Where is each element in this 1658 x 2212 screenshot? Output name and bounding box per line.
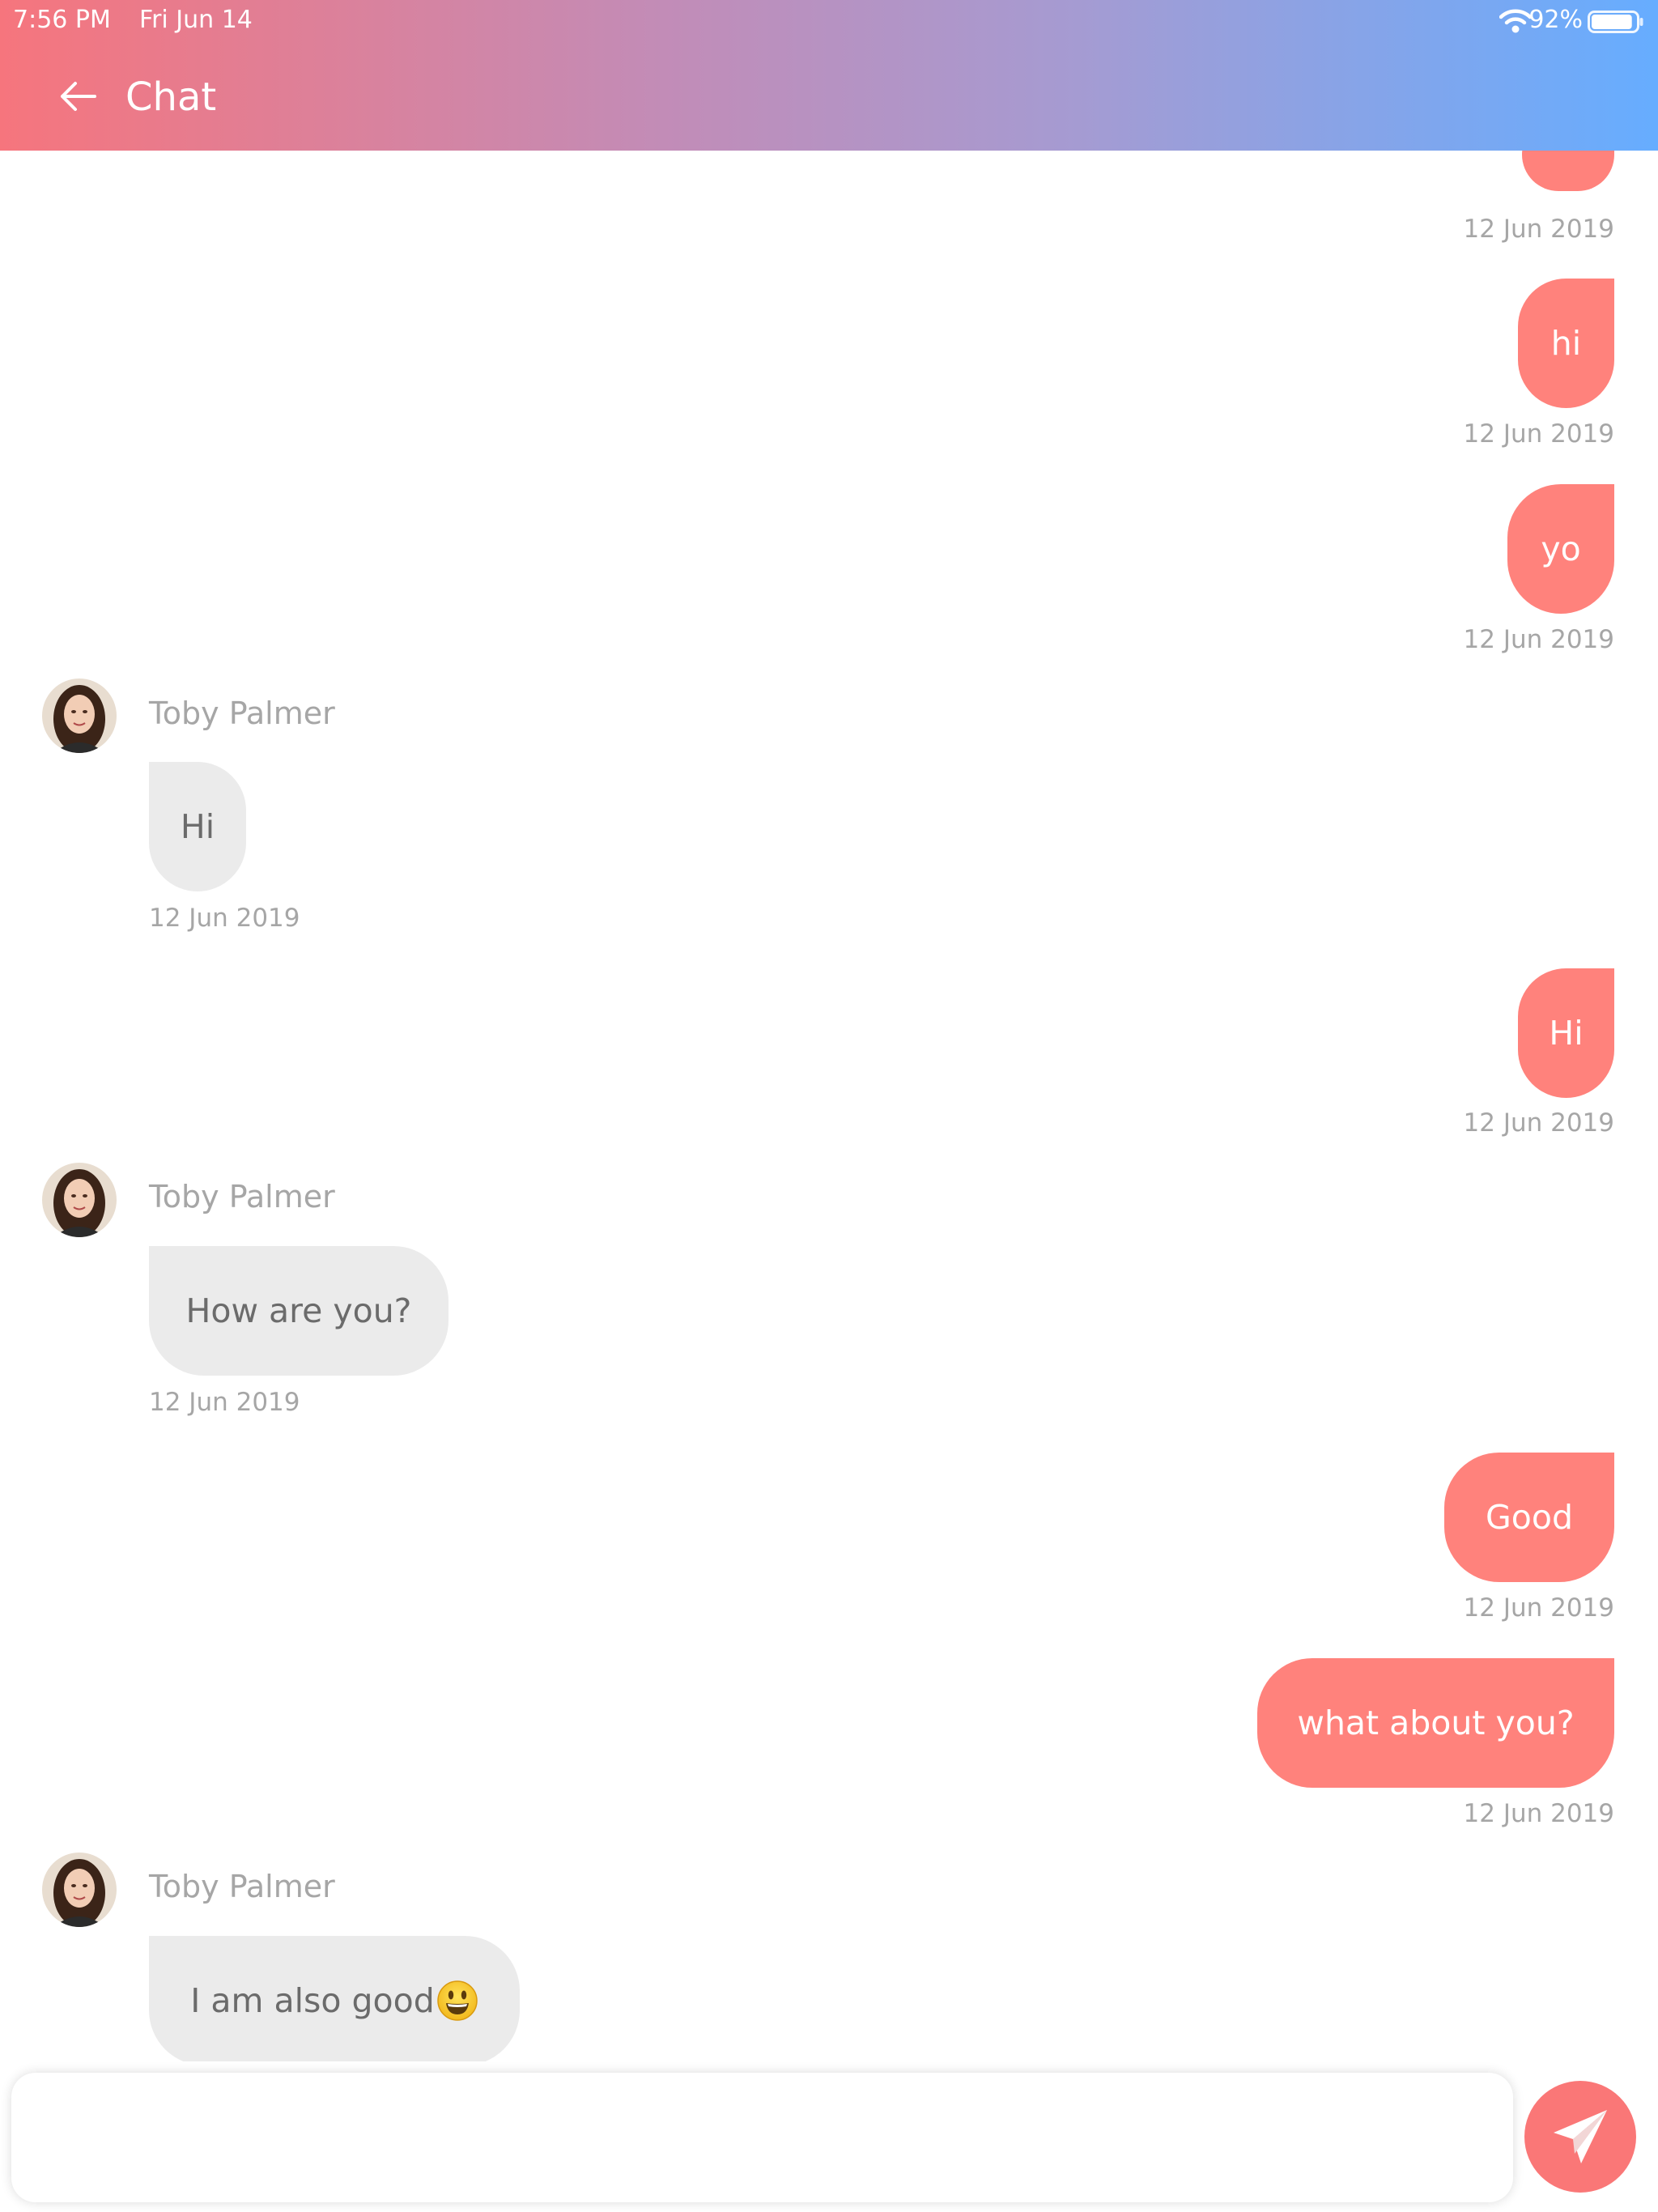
sent-message-bubble[interactable]: yo [1507,484,1614,614]
battery-icon [1588,11,1643,33]
avatar-image [42,678,117,753]
send-button[interactable] [1524,2081,1636,2193]
sent-message-bubble[interactable]: what about you? [1257,1658,1614,1788]
back-button[interactable] [45,70,109,123]
message-timestamp: 12 Jun 2019 [1463,215,1614,244]
message-list[interactable]: 12 Jun 2019 hi 12 Jun 2019 yo 12 Jun 201… [0,151,1658,2061]
received-message-bubble[interactable]: How are you? [149,1246,449,1376]
message-timestamp: 12 Jun 2019 [1463,419,1614,449]
avatar[interactable] [42,1853,117,1927]
received-message-bubble[interactable]: Hi [149,762,246,891]
sent-message-bubble[interactable]: hi [1518,279,1614,408]
app-header: 7:56 PM Fri Jun 14 92% Chat [0,0,1658,151]
wifi-icon [1499,9,1532,33]
received-message-bubble[interactable]: I am also good [149,1936,520,2061]
avatar[interactable] [42,1163,117,1237]
sent-message-bubble[interactable]: Good [1444,1453,1614,1582]
sent-message-bubble[interactable] [1522,151,1614,191]
sender-name: Toby Palmer [149,1179,335,1214]
sender-name: Toby Palmer [149,696,335,731]
message-text: I am also good [190,1981,435,2020]
message-timestamp: 12 Jun 2019 [1463,625,1614,654]
status-date: Fri Jun 14 [139,6,253,34]
battery-percent: 92% [1528,6,1583,34]
message-timestamp: 12 Jun 2019 [1463,1108,1614,1138]
sender-name: Toby Palmer [149,1869,335,1904]
message-timestamp: 12 Jun 2019 [1463,1799,1614,1828]
arrow-left-icon [61,82,96,111]
avatar-image [42,1163,117,1237]
page-title: Chat [125,74,217,120]
message-timestamp: 12 Jun 2019 [149,904,300,933]
sent-message-bubble[interactable]: Hi [1518,968,1614,1098]
paper-plane-icon [1554,2110,1607,2163]
message-timestamp: 12 Jun 2019 [1463,1593,1614,1623]
avatar-image [42,1853,117,1927]
message-input[interactable] [11,2073,1513,2202]
message-timestamp: 12 Jun 2019 [149,1388,300,1417]
smiley-emoji-icon [436,1980,478,2021]
avatar[interactable] [42,678,117,753]
status-time: 7:56 PM [13,6,111,34]
